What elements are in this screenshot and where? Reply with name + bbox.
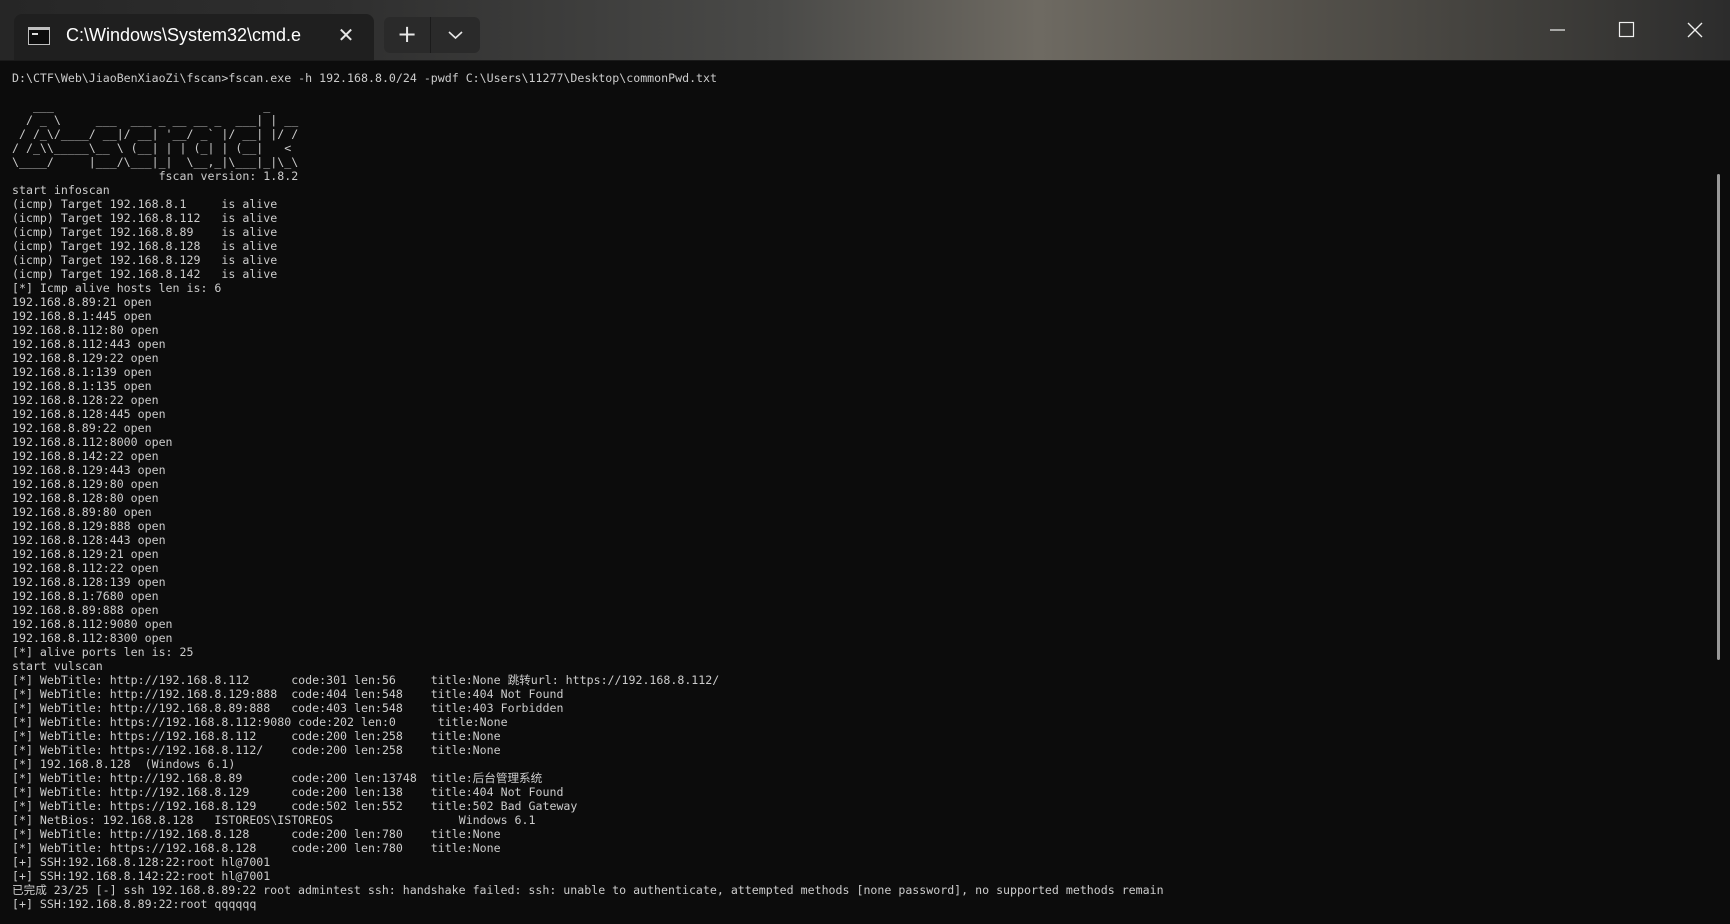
- output-line: [*] WebTitle: http://192.168.8.112 code:…: [12, 673, 720, 687]
- output-line: [*] WebTitle: https://192.168.8.112:9080…: [12, 715, 508, 729]
- output-line: [*] WebTitle: https://192.168.8.129 code…: [12, 799, 578, 813]
- output-line: [*] WebTitle: http://192.168.8.89:888 co…: [12, 701, 564, 715]
- output-line: 192.168.8.129:888 open: [12, 519, 166, 533]
- output-line: 192.168.8.112:80 open: [12, 323, 159, 337]
- output-line: [*] WebTitle: http://192.168.8.128 code:…: [12, 827, 501, 841]
- output-line: [*] WebTitle: https://192.168.8.112 code…: [12, 729, 501, 743]
- output-line: 192.168.8.112:9080 open: [12, 617, 173, 631]
- banner-line: fscan version: 1.8.2: [12, 169, 299, 183]
- tab-title: C:\Windows\System32\cmd.e: [66, 25, 302, 45]
- scrollbar[interactable]: [1717, 174, 1720, 660]
- output-line: 192.168.8.128:139 open: [12, 575, 166, 589]
- output-line: [+] SSH:192.168.8.142:22:root hl@7001: [12, 869, 271, 883]
- tab-cmd[interactable]: C:\Windows\System32\cmd.e ✕: [14, 14, 374, 60]
- output-line: 192.168.8.129:22 open: [12, 351, 159, 365]
- plus-icon[interactable]: +: [384, 17, 431, 53]
- banner-line: ___ _: [12, 99, 271, 113]
- output-line: (icmp) Target 192.168.8.1 is alive: [12, 197, 278, 211]
- output-line: 192.168.8.1:445 open: [12, 309, 152, 323]
- banner-line: / /_\\_____\__ \ (__| | | (_| | (__| <: [12, 141, 292, 155]
- minimize-icon[interactable]: [1534, 8, 1580, 52]
- close-icon[interactable]: [1672, 8, 1718, 52]
- output-line: (icmp) Target 192.168.8.112 is alive: [12, 211, 278, 225]
- banner-line: / /_\/____/ __|/ __| '__/ _` |/ __| |/ /: [12, 127, 299, 141]
- output-line: 192.168.8.89:888 open: [12, 603, 159, 617]
- output-line: start vulscan: [12, 659, 103, 673]
- title-bar: C:\Windows\System32\cmd.e ✕ +: [0, 0, 1730, 61]
- output-line: 192.168.8.112:22 open: [12, 561, 159, 575]
- output-line: [*] WebTitle: http://192.168.8.89 code:2…: [12, 771, 543, 785]
- output-line: [*] 192.168.8.128 (Windows 6.1): [12, 757, 236, 771]
- terminal-pane[interactable]: D:\CTF\Web\JiaoBenXiaoZi\fscan>fscan.exe…: [0, 61, 1730, 924]
- banner-line: \____/ |___/\___|_| \__,_|\___|_|\_\: [12, 155, 299, 169]
- output-line: 192.168.8.129:443 open: [12, 463, 166, 477]
- output-line: 192.168.8.89:21 open: [12, 295, 152, 309]
- ascii-banner: ___ _ / _ \ ___ ___ _ __ __ _ ___| | __ …: [12, 99, 1702, 183]
- output-line: 192.168.8.1:7680 open: [12, 589, 159, 603]
- banner-line: / _ \ ___ ___ _ __ __ _ ___| | __: [12, 113, 299, 127]
- output-line: [*] WebTitle: https://192.168.8.128 code…: [12, 841, 501, 855]
- output-line: 192.168.8.128:80 open: [12, 491, 159, 505]
- chevron-down-icon[interactable]: [431, 17, 480, 53]
- output-line: 192.168.8.1:135 open: [12, 379, 152, 393]
- output-line: (icmp) Target 192.168.8.89 is alive: [12, 225, 278, 239]
- output-line: [*] WebTitle: http://192.168.8.129 code:…: [12, 785, 564, 799]
- output-line: [*] alive ports len is: 25: [12, 645, 194, 659]
- output-line: 192.168.8.128:443 open: [12, 533, 166, 547]
- output-line: 192.168.8.142:22 open: [12, 449, 159, 463]
- output-line: [*] WebTitle: https://192.168.8.112/ cod…: [12, 743, 501, 757]
- output-line: 192.168.8.112:8000 open: [12, 435, 173, 449]
- scan-output: start infoscan (icmp) Target 192.168.8.1 …: [12, 183, 1702, 911]
- terminal-output: D:\CTF\Web\JiaoBenXiaoZi\fscan>fscan.exe…: [12, 71, 1702, 921]
- output-line: [*] NetBios: 192.168.8.128 ISTOREOS\ISTO…: [12, 813, 536, 827]
- output-line: 192.168.8.128:22 open: [12, 393, 159, 407]
- output-line: (icmp) Target 192.168.8.129 is alive: [12, 253, 278, 267]
- output-line: 192.168.8.1:139 open: [12, 365, 152, 379]
- output-line: [*] Icmp alive hosts len is: 6: [12, 281, 222, 295]
- output-line: (icmp) Target 192.168.8.128 is alive: [12, 239, 278, 253]
- output-line: 192.168.8.89:22 open: [12, 421, 152, 435]
- output-line: 已完成 23/25 [-] ssh 192.168.8.89:22 root a…: [12, 883, 1164, 897]
- close-icon[interactable]: ✕: [334, 23, 358, 47]
- output-line: start infoscan: [12, 183, 110, 197]
- output-line: [+] SSH:192.168.8.128:22:root hl@7001: [12, 855, 271, 869]
- command-line: D:\CTF\Web\JiaoBenXiaoZi\fscan>fscan.exe…: [12, 71, 717, 85]
- output-line: (icmp) Target 192.168.8.142 is alive: [12, 267, 278, 281]
- terminal-icon: [28, 27, 50, 45]
- output-line: [+] SSH:192.168.8.89:22:root qqqqqq: [12, 897, 257, 911]
- maximize-icon[interactable]: [1603, 8, 1649, 52]
- output-line: 192.168.8.129:80 open: [12, 477, 159, 491]
- output-line: 192.168.8.112:8300 open: [12, 631, 173, 645]
- tab-actions: +: [384, 17, 480, 53]
- output-line: [*] WebTitle: http://192.168.8.129:888 c…: [12, 687, 564, 701]
- output-line: 192.168.8.128:445 open: [12, 407, 166, 421]
- output-line: 192.168.8.89:80 open: [12, 505, 152, 519]
- output-line: 192.168.8.129:21 open: [12, 547, 159, 561]
- output-line: 192.168.8.112:443 open: [12, 337, 166, 351]
